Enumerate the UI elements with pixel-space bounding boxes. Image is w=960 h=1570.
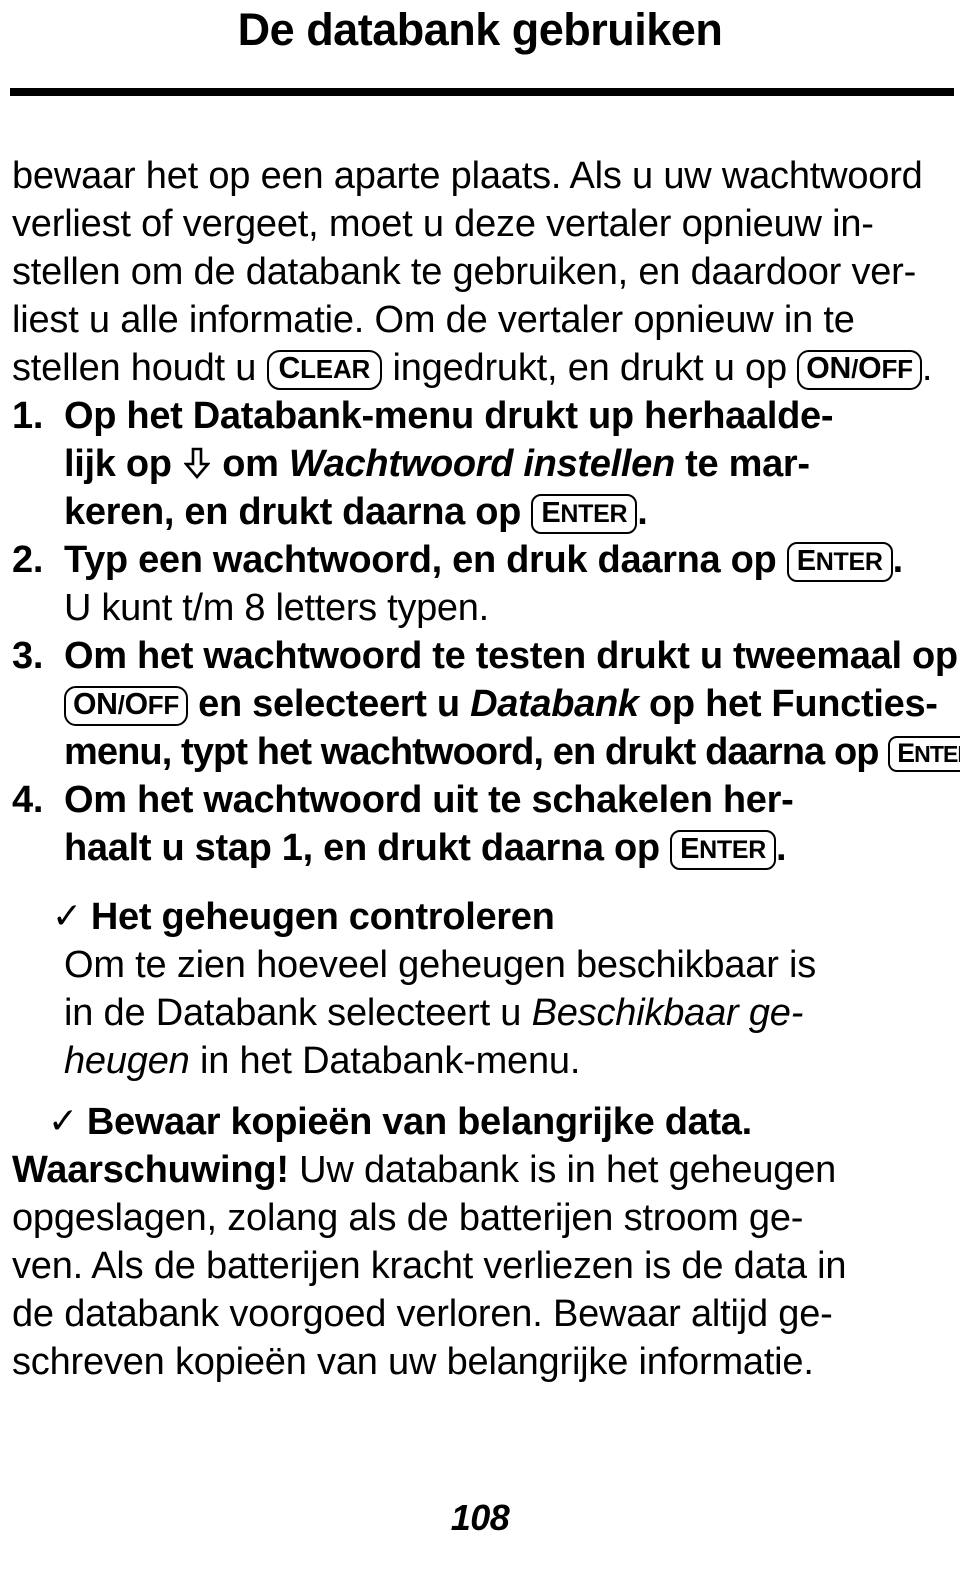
step-number-4: 4.: [12, 779, 44, 821]
section-heading-backup-label: Bewaar kopieën van belangrijke data.: [86, 1101, 752, 1143]
intro-line5-text-middle: ingedrukt, en drukt u op: [382, 347, 798, 389]
key-enter[interactable]: ENTER: [670, 830, 776, 871]
warning-paragraph: Waarschuwing! Uw databank is in het gehe…: [12, 1146, 954, 1386]
memory-menu-item-name-cont: heugen: [64, 1040, 190, 1082]
warning-line-1: Waarschuwing! Uw databank is in het gehe…: [12, 1146, 954, 1194]
key-clear[interactable]: CLEAR: [266, 350, 383, 390]
step-3-line3-a: menu, typt het wachtwoord, en drukt daar…: [64, 731, 889, 773]
section-heading-memory: ✓ Het geheugen controleren: [12, 892, 954, 941]
intro-line5-text-before: stellen houdt u: [12, 347, 267, 389]
step-1-line-1: Op het Databank-menu drukt up herhaalde-: [64, 395, 834, 437]
key-on-off[interactable]: ON/OFF: [64, 686, 188, 726]
down-arrow-icon: [183, 447, 210, 479]
key-enter[interactable]: ENTER: [531, 494, 638, 535]
warning-line-4: de databank voorgoed verloren. Bewaar al…: [12, 1293, 833, 1335]
manual-page: De databank gebruiken bewaar het op een …: [0, 0, 960, 1570]
step-4-line2-b: .: [775, 827, 787, 869]
intro-line-5: stellen houdt u CLEAR ingedrukt, en druk…: [12, 344, 954, 392]
step-1-menu-item-name: Wachtwoord instellen: [288, 443, 675, 485]
intro-line5-text-after: .: [921, 347, 933, 389]
memory-line3-b: in het Databank-menu.: [189, 1040, 581, 1082]
step-number-2: 2.: [12, 539, 44, 581]
step-4-line-2: haalt u stap 1, en drukt daarna op ENTER…: [64, 824, 954, 872]
step-1-line-2: lijk op om Wachtwoord instellen te mar-: [64, 440, 954, 488]
step-3-line-2: ON/OFF en selecteert u Databank op het F…: [64, 680, 954, 728]
step-3-line-3: menu, typt het wachtwoord, en drukt daar…: [64, 728, 960, 776]
step-item-1: 1. Op het Databank-menu drukt up herhaal…: [12, 392, 954, 536]
step-1-line-3: keren, en drukt daarna op ENTER.: [64, 488, 954, 536]
step-1-line3-b: .: [637, 491, 648, 533]
memory-line2-a: in de Databank selecteert u: [64, 992, 532, 1034]
check-icon: ✓: [48, 1100, 78, 1141]
warning-line-5: schreven kopieën van uw belangrijke info…: [12, 1341, 814, 1383]
step-1-line3-a: keren, en drukt daarna op: [64, 491, 532, 533]
section-heading-memory-label: Het geheugen controleren: [90, 896, 555, 938]
step-3-line2-b: op het Functies-: [638, 683, 938, 725]
title-divider-rule: [10, 88, 954, 96]
memory-menu-item-name: Beschikbaar ge-: [531, 992, 804, 1034]
step-1-line2-c: te mar-: [674, 443, 810, 485]
check-icon: ✓: [52, 895, 82, 936]
step-number-1: 1.: [12, 395, 44, 437]
warning-label: Waarschuwing!: [12, 1149, 289, 1191]
step-2-line1-b: .: [892, 539, 904, 581]
memory-line-1: Om te zien hoeveel geheugen beschikbaar …: [64, 944, 817, 986]
step-1-line2-b: om: [211, 443, 289, 485]
step-3-menu-item-name: Databank: [470, 683, 639, 725]
memory-line-3: heugen in het Databank-menu.: [64, 1037, 954, 1085]
step-2-line-2: U kunt t/m 8 letters typen.: [64, 587, 489, 629]
step-1-line2-a: lijk op: [64, 443, 182, 485]
step-4-line-1: Om het wachtwoord uit te schakelen her-: [64, 779, 794, 821]
section-heading-backup: ✓ Bewaar kopieën van belangrijke data.: [12, 1097, 954, 1146]
step-number-3: 3.: [12, 635, 44, 677]
intro-line-1: bewaar het op een aparte plaats. Als u u…: [12, 155, 923, 197]
step-3-line2-a: en selecteert u: [187, 683, 471, 725]
step-item-4: 4. Om het wachtwoord uit te schakelen he…: [12, 776, 954, 872]
intro-paragraph: bewaar het op een aparte plaats. Als u u…: [12, 152, 954, 392]
step-2-line-1: Typ een wachtwoord, en druk daarna op EN…: [64, 536, 954, 584]
step-2-line1-a: Typ een wachtwoord, en druk daarna op: [64, 539, 787, 581]
warning-line1-rest: Uw databank is in het geheugen: [288, 1149, 837, 1191]
page-number: 108: [450, 1497, 510, 1538]
memory-paragraph: Om te zien hoeveel geheugen beschikbaar …: [12, 941, 954, 1085]
key-enter[interactable]: ENTER: [786, 542, 893, 583]
intro-line-4: liest u alle informatie. Om de vertaler …: [12, 299, 855, 341]
memory-line-2: in de Databank selecteert u Beschikbaar …: [64, 989, 954, 1037]
key-enter[interactable]: ENTER: [888, 736, 960, 772]
warning-line-3: ven. Als de batterijen kracht verliezen …: [12, 1245, 847, 1287]
step-item-2: 2. Typ een wachtwoord, en druk daarna op…: [12, 536, 954, 632]
step-4-line2-a: haalt u stap 1, en drukt daarna op: [64, 827, 671, 869]
step-item-3: 3. Om het wachtwoord te testen drukt u t…: [12, 632, 960, 776]
step-3-line-1: Om het wachtwoord te testen drukt u twee…: [64, 635, 958, 677]
key-on-off[interactable]: ON/OFF: [797, 350, 922, 390]
intro-line-3: stellen om de databank te gebruiken, en …: [12, 251, 917, 293]
warning-line-2: opgeslagen, zolang als de batterijen str…: [12, 1197, 804, 1239]
steps-list: 1. Op het Databank-menu drukt up herhaal…: [12, 392, 960, 872]
page-content: bewaar het op een aparte plaats. Als u u…: [12, 152, 960, 1386]
section-spacer-2: [12, 1085, 954, 1097]
intro-line-2: verliest of vergeet, moet u deze vertale…: [12, 203, 874, 245]
page-title: De databank gebruiken: [237, 4, 723, 55]
